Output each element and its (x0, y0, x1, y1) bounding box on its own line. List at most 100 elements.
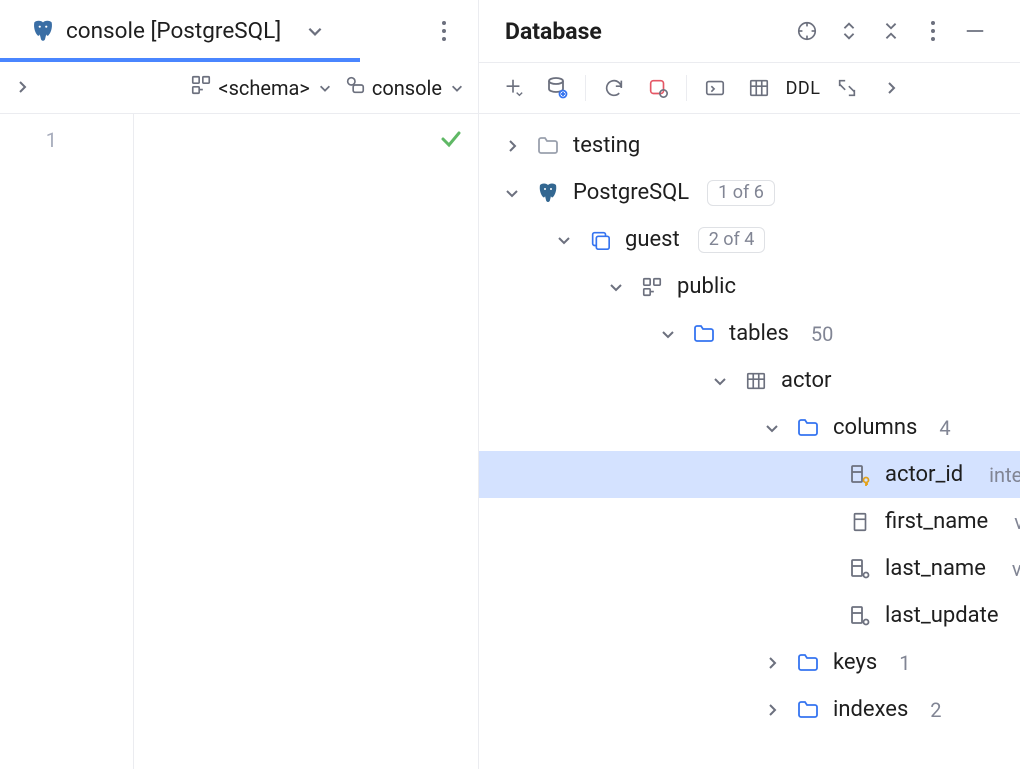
database-panel-header: Database (479, 0, 1020, 62)
collapse-icon[interactable] (872, 12, 910, 50)
child-count: 50 (811, 324, 833, 344)
tree-row[interactable]: testing (479, 122, 1020, 169)
refresh-icon[interactable] (592, 68, 636, 108)
col-key-icon (847, 462, 873, 488)
tree-row[interactable]: first_name varchar (479, 498, 1020, 545)
panel-title: Database (505, 18, 602, 45)
chevron-down-icon[interactable] (553, 229, 575, 251)
active-tab-indicator (0, 58, 360, 62)
schema-selector-label: <schema> (218, 76, 309, 100)
tree-node-label: testing (573, 135, 640, 157)
tab-options-kebab[interactable] (430, 17, 458, 45)
line-number-gutter: 1 (0, 114, 134, 769)
child-count: 2 (930, 700, 941, 720)
col-icon (847, 509, 873, 535)
editor-tab[interactable]: console [PostgreSQL] (22, 0, 289, 62)
folder-blue-icon (795, 650, 821, 676)
scroll-right-icon[interactable] (869, 68, 913, 108)
column-type: varchar (1014, 512, 1020, 532)
tree-node-label: last_name (885, 558, 986, 580)
folder-blue-icon (795, 415, 821, 441)
tree-node-label: first_name (885, 511, 988, 533)
datasource-properties-icon[interactable] (535, 68, 579, 108)
count-badge: 1 of 6 (707, 180, 775, 206)
column-type: varchar (1012, 559, 1020, 579)
col-nonnull-icon (847, 556, 873, 582)
chevron-down-icon (450, 76, 464, 100)
database-tree[interactable]: testing PostgreSQL 1 of 6 guest 2 of 4 public… (479, 114, 1020, 769)
breadcrumb-expand-icon[interactable] (14, 76, 30, 100)
tree-node-label: guest (625, 229, 680, 251)
inspection-ok-icon[interactable] (438, 126, 464, 152)
stop-icon[interactable] (636, 68, 680, 108)
tree-row[interactable]: guest 2 of 4 (479, 216, 1020, 263)
tree-row[interactable]: public (479, 263, 1020, 310)
session-selector-label: console (372, 76, 442, 100)
tree-node-label: keys (833, 652, 877, 674)
tree-node-label: public (677, 276, 736, 298)
new-datasource-icon[interactable] (491, 68, 535, 108)
panel-options-kebab[interactable] (914, 12, 952, 50)
chevron-right-icon[interactable] (761, 699, 783, 721)
chevron-down-icon[interactable] (709, 370, 731, 392)
tree-arrow-spacer (813, 511, 835, 533)
chevron-right-icon[interactable] (501, 135, 523, 157)
database-toolbar: DDL (479, 62, 1020, 114)
postgres-icon (30, 18, 56, 44)
tree-row[interactable]: keys 1 (479, 639, 1020, 686)
session-icon (344, 74, 366, 101)
folder-blue-icon (691, 321, 717, 347)
tree-node-label: tables (729, 323, 789, 345)
tree-node-label: PostgreSQL (573, 182, 689, 204)
chevron-down-icon (318, 76, 332, 100)
tree-row[interactable]: actor (479, 357, 1020, 404)
schema-icon (639, 274, 665, 300)
tree-node-label: actor_id (885, 464, 963, 486)
tree-row[interactable]: last_updatetimestamp (479, 592, 1020, 639)
ddl-button[interactable]: DDL (781, 68, 825, 108)
count-badge: 2 of 4 (698, 227, 766, 253)
code-editor[interactable] (134, 114, 478, 769)
chevron-down-icon[interactable] (605, 276, 627, 298)
folder-blue-icon (795, 697, 821, 723)
tree-node-label: columns (833, 417, 917, 439)
tree-row[interactable]: indexes 2 (479, 686, 1020, 733)
col-nonnull-icon (847, 603, 873, 629)
jump-to-console-icon[interactable] (693, 68, 737, 108)
diagram-icon[interactable] (825, 68, 869, 108)
postgres-icon (535, 180, 561, 206)
tree-arrow-spacer (813, 558, 835, 580)
editor-toolbar: <schema> console (0, 62, 478, 114)
folder-gray-icon (535, 133, 561, 159)
tree-row[interactable]: last_name varchar (479, 545, 1020, 592)
chevron-down-icon[interactable] (761, 417, 783, 439)
tree-node-label: last_update (885, 605, 999, 627)
tree-node-label: indexes (833, 699, 908, 721)
tree-row[interactable]: tables 50 (479, 310, 1020, 357)
tree-row[interactable]: PostgreSQL 1 of 6 (479, 169, 1020, 216)
expand-icon[interactable] (830, 12, 868, 50)
hide-panel-icon[interactable] (956, 12, 994, 50)
table-view-icon[interactable] (737, 68, 781, 108)
database-icon (587, 227, 613, 253)
editor-tab-label: console [PostgreSQL] (66, 18, 281, 44)
tree-row[interactable]: actor_id integer (479, 451, 1020, 498)
session-selector[interactable]: console (344, 74, 464, 101)
chevron-down-icon[interactable] (657, 323, 679, 345)
column-type: integer (989, 465, 1020, 485)
tree-node-label: actor (781, 370, 831, 392)
child-count: 1 (899, 653, 910, 673)
chevron-down-icon[interactable] (501, 182, 523, 204)
schema-icon (190, 74, 212, 101)
tree-row[interactable]: columns 4 (479, 404, 1020, 451)
line-number: 1 (0, 128, 57, 152)
tab-dropdown-chevron[interactable] (301, 17, 329, 45)
tree-arrow-spacer (813, 605, 835, 627)
editor-tab-bar: console [PostgreSQL] (0, 0, 478, 62)
chevron-right-icon[interactable] (761, 652, 783, 674)
filter-icon[interactable] (788, 12, 826, 50)
schema-selector[interactable]: <schema> (190, 74, 331, 101)
table-icon (743, 368, 769, 394)
tree-arrow-spacer (813, 464, 835, 486)
child-count: 4 (939, 418, 950, 438)
